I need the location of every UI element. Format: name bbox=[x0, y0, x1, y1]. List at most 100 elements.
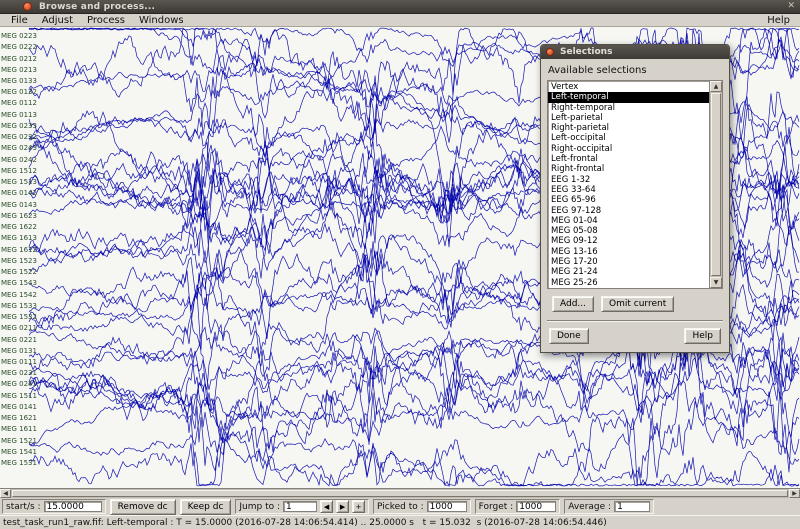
close-button-icon[interactable] bbox=[23, 2, 32, 11]
done-button[interactable]: Done bbox=[549, 328, 589, 344]
scroll-right-icon[interactable]: ▶ bbox=[789, 489, 800, 498]
channel-label: MEG 0132 bbox=[1, 88, 37, 96]
selection-item[interactable]: MEG 13-16 bbox=[548, 247, 709, 257]
channel-label: MEG 0143 bbox=[1, 201, 37, 209]
menu-item-windows[interactable]: Windows bbox=[132, 15, 191, 26]
selection-item[interactable]: MEG 21-24 bbox=[548, 267, 709, 277]
average-label: Average : bbox=[568, 502, 611, 512]
start-label: start/s : bbox=[6, 502, 41, 512]
listbox-scrollbar[interactable]: ▲ ▼ bbox=[709, 81, 722, 288]
selection-item[interactable]: EEG 65-96 bbox=[548, 195, 709, 205]
omit-current-button[interactable]: Omit current bbox=[601, 296, 674, 312]
start-input[interactable] bbox=[44, 501, 102, 512]
average-group: Average : bbox=[564, 499, 654, 514]
channel-label: MEG 1612 bbox=[1, 246, 37, 254]
channel-label: MEG 0131 bbox=[1, 347, 37, 355]
selection-item[interactable]: Right-occipital bbox=[548, 144, 709, 154]
selection-list: VertexLeft-temporalRight-temporalLeft-pa… bbox=[548, 81, 709, 288]
channel-label: MEG 1523 bbox=[1, 257, 37, 265]
dialog-close-button-icon[interactable] bbox=[546, 48, 554, 56]
control-bar: start/s : Remove dc Keep dc Jump to : ◀ … bbox=[0, 498, 800, 515]
selection-item[interactable]: Left-occipital bbox=[548, 133, 709, 143]
help-button[interactable]: Help bbox=[684, 328, 721, 344]
jump-prev-button[interactable]: ◀ bbox=[320, 500, 333, 513]
selection-item[interactable]: EEG 33-64 bbox=[548, 185, 709, 195]
selection-item[interactable]: Left-parietal bbox=[548, 113, 709, 123]
average-input[interactable] bbox=[614, 501, 650, 512]
selection-item[interactable]: Right-parietal bbox=[548, 123, 709, 133]
jump-input[interactable] bbox=[283, 501, 317, 512]
channel-label: MEG 1533 bbox=[1, 302, 37, 310]
channel-label: MEG 0212 bbox=[1, 55, 37, 63]
channel-label: MEG 1621 bbox=[1, 414, 37, 422]
channel-label: MEG 0113 bbox=[1, 111, 37, 119]
selections-dialog: Selections Available selections VertexLe… bbox=[540, 44, 730, 353]
menu-item-process[interactable]: Process bbox=[80, 15, 132, 26]
selection-item[interactable]: MEG 09-12 bbox=[548, 236, 709, 246]
selections-listbox: VertexLeft-temporalRight-temporalLeft-pa… bbox=[547, 80, 723, 289]
menubar: FileAdjustProcessWindows Help bbox=[0, 14, 800, 27]
dialog-body: Available selections VertexLeft-temporal… bbox=[541, 59, 729, 352]
remove-dc-button[interactable]: Remove dc bbox=[110, 499, 176, 515]
channel-label: MEG 0221 bbox=[1, 336, 37, 344]
window-title: Browse and process... bbox=[39, 2, 155, 12]
selection-item[interactable]: Vertex bbox=[548, 82, 709, 92]
available-selections-label: Available selections bbox=[548, 65, 723, 76]
status-bar: test_task_run1_raw.fif: Left-temporal : … bbox=[0, 515, 800, 529]
scroll-left-icon[interactable]: ◀ bbox=[0, 489, 11, 498]
channel-label: MEG 0232 bbox=[1, 133, 37, 141]
dialog-bottom-row: Done Help bbox=[547, 322, 723, 345]
menu-item-help[interactable]: Help bbox=[761, 15, 796, 26]
selections-dialog-titlebar[interactable]: Selections bbox=[541, 45, 729, 59]
selection-item[interactable]: MEG 25-26 bbox=[548, 278, 709, 288]
hscrollbar-thumb[interactable] bbox=[12, 490, 788, 497]
channel-label: MEG 1532 bbox=[1, 313, 37, 321]
picked-group: Picked to : bbox=[373, 499, 471, 514]
menu-item-file[interactable]: File bbox=[4, 15, 35, 26]
forget-group: Forget : bbox=[475, 499, 561, 514]
start-group: start/s : bbox=[2, 499, 106, 514]
dialog-title: Selections bbox=[560, 47, 612, 57]
channel-label: MEG 1541 bbox=[1, 448, 37, 456]
status-text: test_task_run1_raw.fif: Left-temporal : … bbox=[3, 518, 607, 528]
channel-label: MEG 0242 bbox=[1, 156, 37, 164]
scroll-up-icon[interactable]: ▲ bbox=[710, 81, 722, 92]
scroll-down-icon[interactable]: ▼ bbox=[710, 277, 722, 288]
dialog-action-row: Add... Omit current bbox=[552, 296, 723, 312]
close-x-icon[interactable]: ✕ bbox=[787, 2, 795, 11]
channel-label: MEG 1522 bbox=[1, 268, 37, 276]
channel-label: MEG 1622 bbox=[1, 223, 37, 231]
horizontal-scrollbar[interactable]: ◀ ▶ bbox=[0, 488, 800, 498]
jump-plus-button[interactable]: + bbox=[352, 500, 365, 513]
channel-label: MEG 1613 bbox=[1, 234, 37, 242]
channel-label: MEG 1531 bbox=[1, 459, 37, 467]
selection-item[interactable]: Left-frontal bbox=[548, 154, 709, 164]
channel-label: MEG 1543 bbox=[1, 279, 37, 287]
selection-item[interactable]: MEG 17-20 bbox=[548, 257, 709, 267]
selection-item[interactable]: Right-frontal bbox=[548, 164, 709, 174]
selection-item[interactable]: EEG 1-32 bbox=[548, 175, 709, 185]
selection-item[interactable]: MEG 05-08 bbox=[548, 226, 709, 236]
channel-label: MEG 1511 bbox=[1, 392, 37, 400]
forget-input[interactable] bbox=[516, 501, 556, 512]
selection-item[interactable]: Left-temporal bbox=[548, 92, 709, 102]
channel-label: MEG 0142 bbox=[1, 189, 37, 197]
channel-label: MEG 1611 bbox=[1, 425, 37, 433]
menu-items: FileAdjustProcessWindows bbox=[4, 15, 191, 26]
channel-label: MEG 0211 bbox=[1, 324, 37, 332]
menu-item-adjust[interactable]: Adjust bbox=[35, 15, 80, 26]
add-button[interactable]: Add... bbox=[552, 296, 594, 312]
jump-next-button[interactable]: ▶ bbox=[336, 500, 349, 513]
channel-label: MEG 0233 bbox=[1, 122, 37, 130]
keep-dc-button[interactable]: Keep dc bbox=[180, 499, 232, 515]
titlebar: Browse and process... ✕ bbox=[0, 0, 800, 14]
picked-input[interactable] bbox=[427, 501, 467, 512]
selection-item[interactable]: EEG 97-128 bbox=[548, 206, 709, 216]
scrollbar-thumb[interactable] bbox=[711, 93, 721, 276]
channel-label: MEG 0243 bbox=[1, 144, 37, 152]
channel-label: MEG 0231 bbox=[1, 369, 37, 377]
channel-label: MEG 1513 bbox=[1, 178, 37, 186]
trace-area[interactable]: MEG 0223MEG 0222MEG 0212MEG 0213MEG 0133… bbox=[0, 27, 800, 488]
selection-item[interactable]: MEG 01-04 bbox=[548, 216, 709, 226]
selection-item[interactable]: Right-temporal bbox=[548, 103, 709, 113]
